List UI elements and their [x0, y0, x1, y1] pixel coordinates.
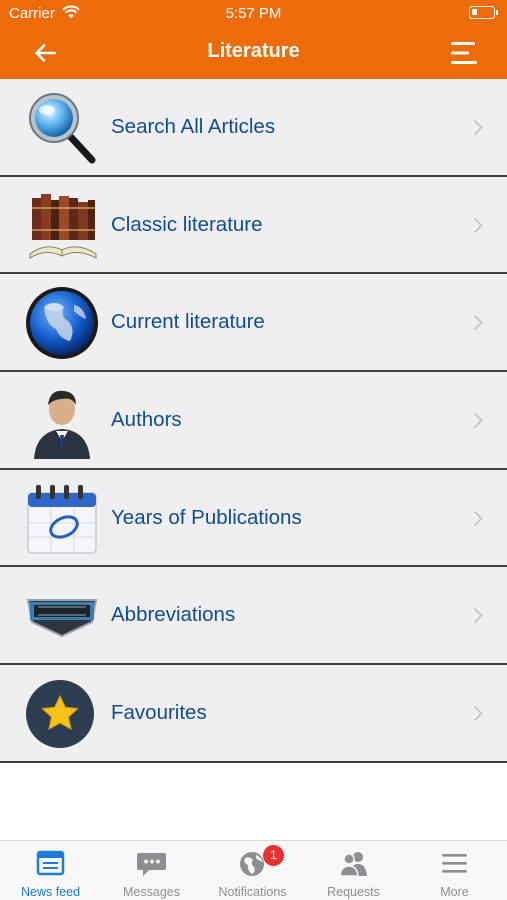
globe-icon: [26, 287, 98, 360]
menu-item-label: Authors: [111, 408, 182, 432]
abbreviations-badge-icon: [26, 599, 98, 638]
menu-item-favourites[interactable]: Favourites: [0, 665, 507, 763]
star-icon: [26, 680, 94, 749]
menu-item-current-literature[interactable]: Current literature: [0, 274, 507, 373]
chevron-right-icon: [473, 510, 483, 526]
tab-more[interactable]: More: [404, 841, 505, 900]
menu-item-abbreviations[interactable]: Abbreviations: [0, 567, 507, 666]
literature-menu-list: Search All Articles Classic literature C…: [0, 79, 507, 763]
page-title: Literature: [207, 40, 300, 62]
menu-icon[interactable]: [449, 38, 479, 68]
tab-label: More: [440, 885, 469, 899]
tab-label: Requests: [327, 885, 380, 899]
chevron-right-icon: [473, 412, 483, 429]
battery-icon: [469, 6, 498, 19]
tab-label: News feed: [20, 885, 81, 899]
menu-item-label: Years of Publications: [111, 505, 302, 529]
status-time: 5:57 PM: [225, 5, 282, 22]
businessman-icon: [34, 390, 90, 460]
menu-item-label: Classic literature: [111, 212, 263, 236]
menu-item-label: Favourites: [111, 701, 207, 725]
menu-item-classic-literature[interactable]: Classic literature: [0, 176, 507, 275]
tab-label: Messages: [123, 885, 180, 899]
menu-item-label: Abbreviations: [111, 603, 236, 627]
menu-item-years-of-publications[interactable]: Years of Publications: [0, 469, 507, 568]
menu-item-label: Current literature: [111, 310, 265, 334]
menu-item-label: Search All Articles: [111, 115, 276, 138]
tab-bar: News feed Messages Notifications Request…: [0, 840, 507, 900]
back-button[interactable]: [28, 36, 62, 70]
chevron-right-icon: [473, 119, 483, 136]
chevron-right-icon: [473, 315, 483, 331]
magnifier-icon: [29, 93, 96, 164]
chevron-right-icon: [473, 705, 483, 722]
news-feed-icon: [36, 850, 65, 876]
chat-bubble-icon: [137, 853, 166, 876]
people-icon: [339, 852, 367, 877]
tab-label: Notifications: [218, 885, 287, 899]
tab-requests[interactable]: Requests: [303, 841, 404, 900]
menu-item-authors[interactable]: Authors: [0, 372, 507, 470]
status-bar: Carrier 5:57 PM: [0, 0, 507, 28]
tab-news-feed[interactable]: News feed: [0, 841, 101, 900]
app-header: Carrier 5:57 PM Literature: [0, 0, 507, 79]
notification-badge: 1: [263, 845, 284, 866]
chevron-right-icon: [473, 608, 483, 624]
calendar-icon: [27, 484, 97, 554]
nav-bar: Literature: [0, 28, 507, 79]
chevron-right-icon: [473, 217, 483, 233]
back-arrow-icon: [35, 44, 56, 62]
hamburger-icon: [442, 854, 467, 873]
old-books-icon: [29, 193, 97, 259]
tab-messages[interactable]: Messages: [101, 841, 202, 900]
menu-item-search-all-articles[interactable]: Search All Articles: [0, 79, 507, 177]
tab-notifications[interactable]: Notifications: [202, 841, 303, 900]
